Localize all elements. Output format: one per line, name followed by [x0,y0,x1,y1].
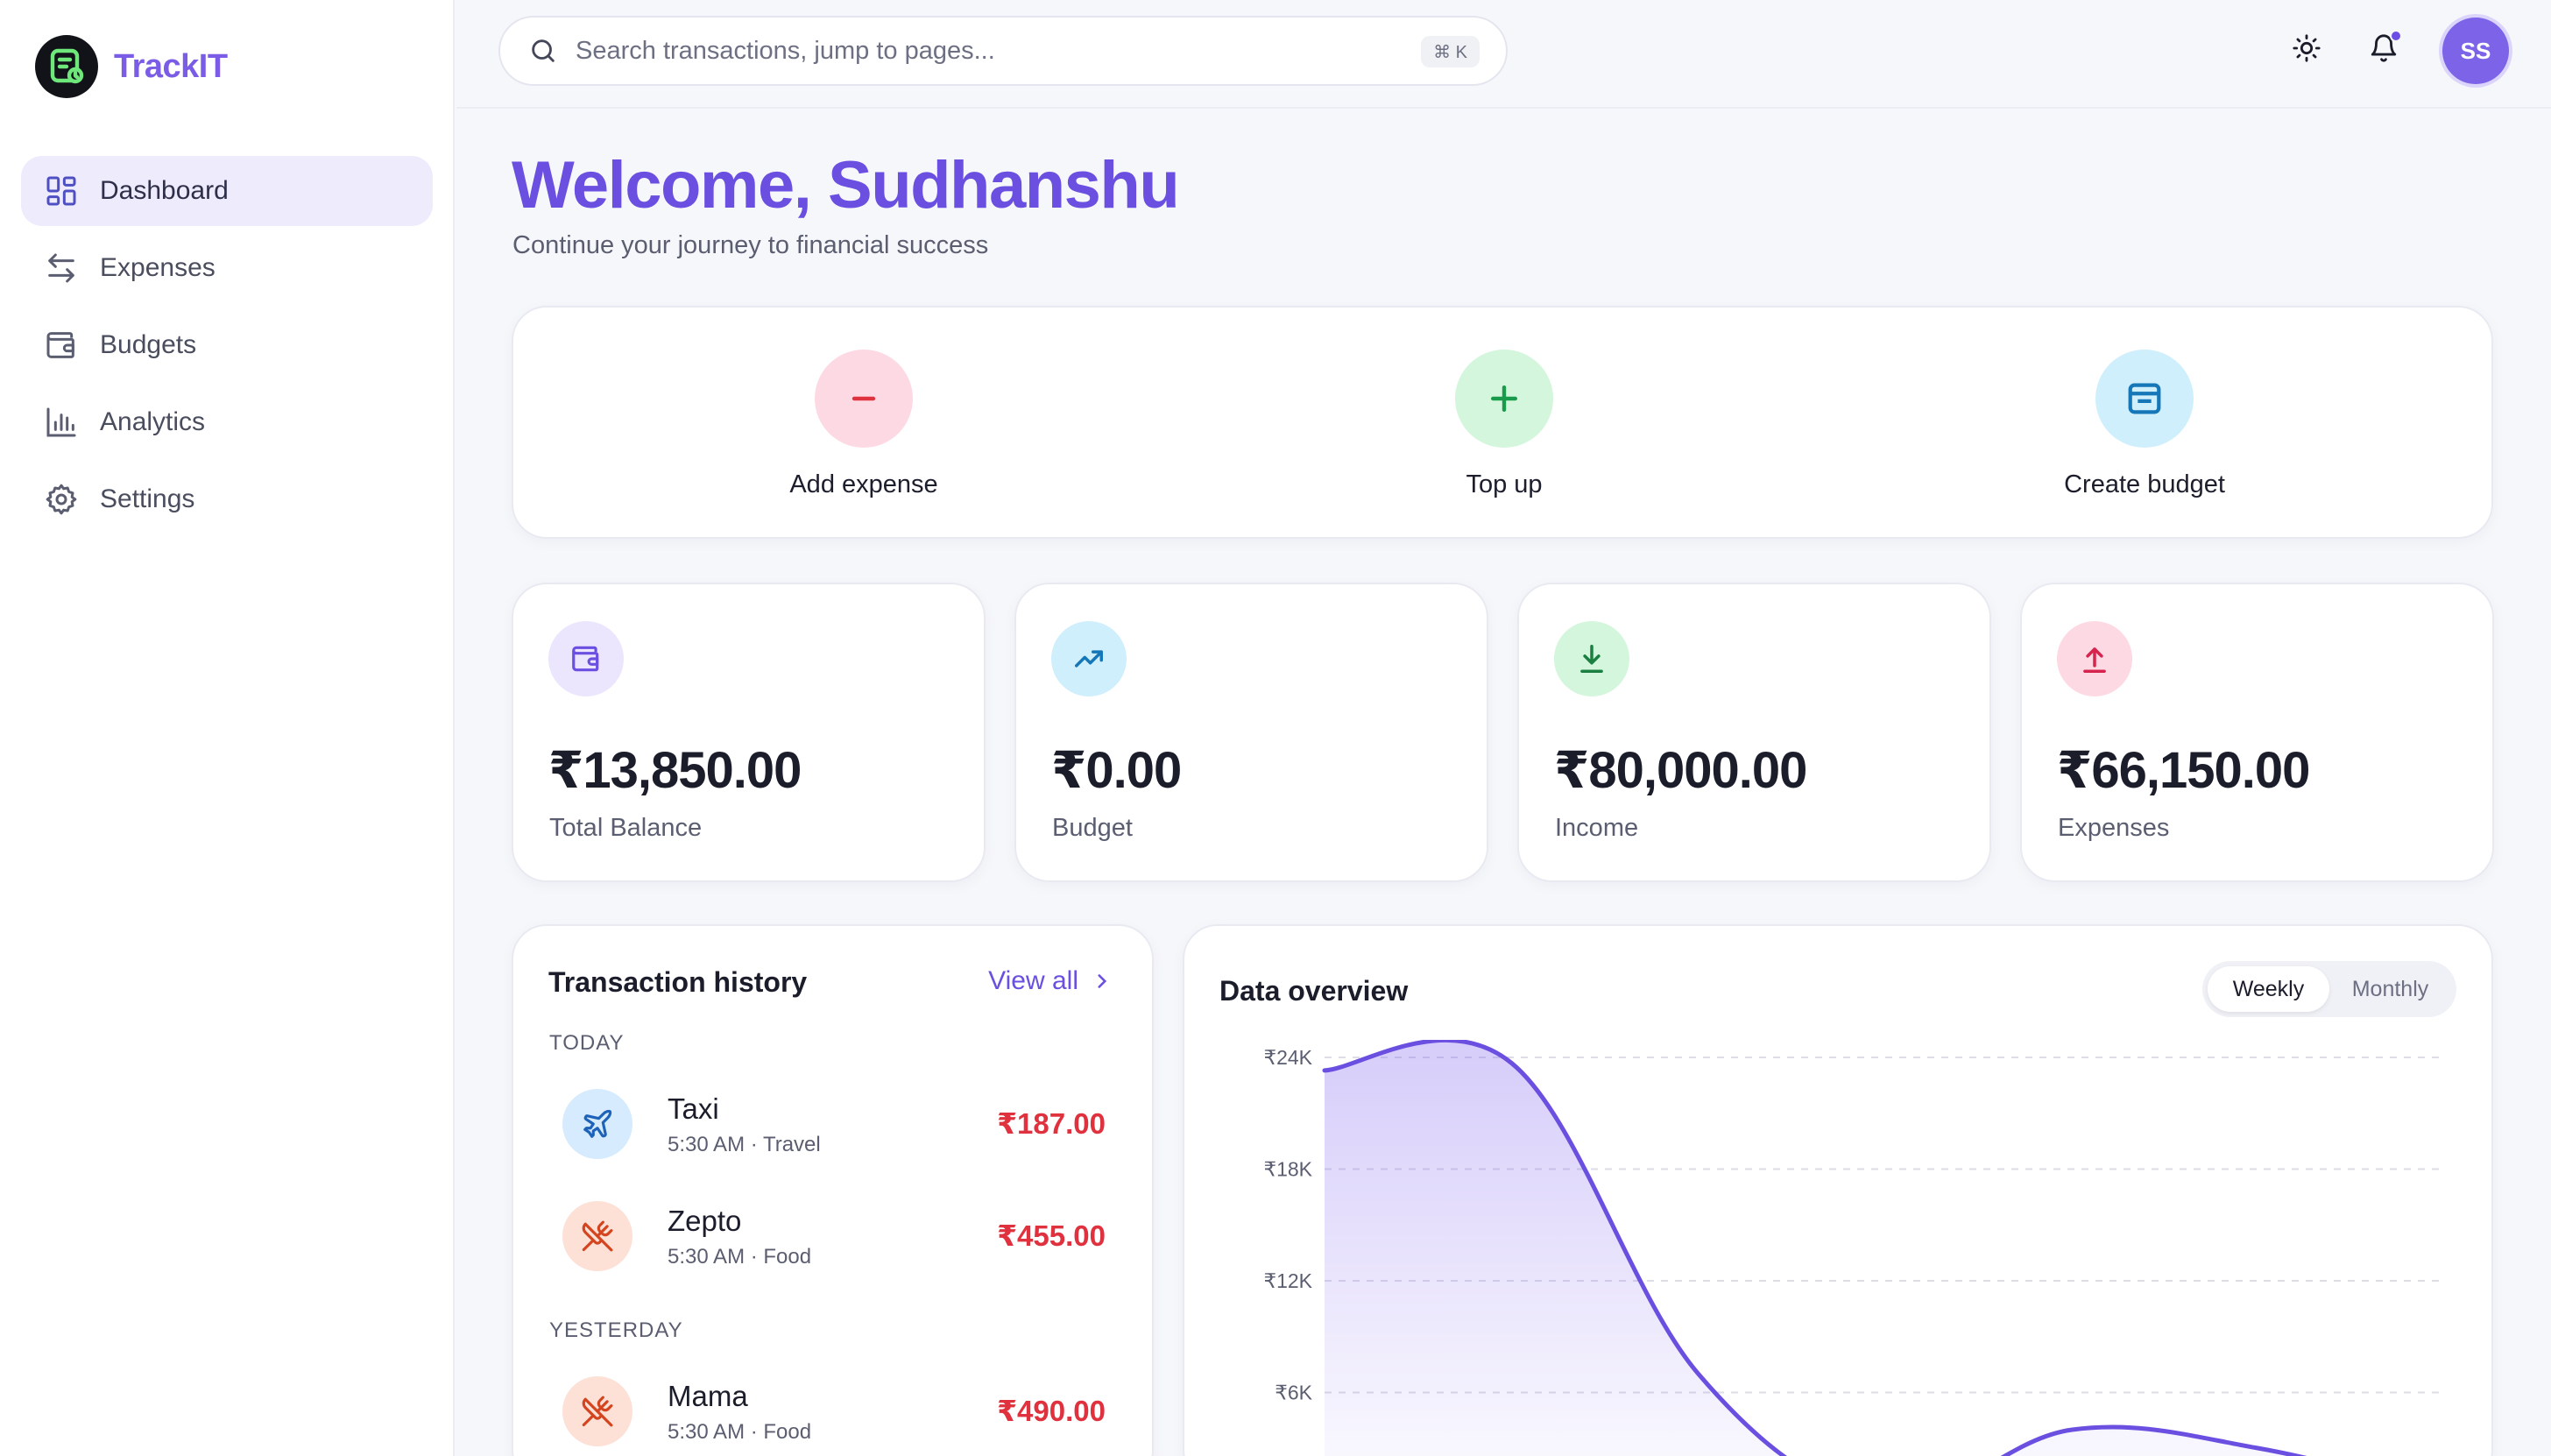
group-label: YESTERDAY [549,1318,683,1342]
keyboard-shortcut-badge: ⌘ K [1421,36,1480,67]
avatar[interactable]: SS [2442,18,2509,84]
transaction-history-card: Transaction history View all TODAY Taxi … [512,924,1154,1456]
y-tick-label: ₹6K [1275,1382,1312,1404]
sidebar-item-dashboard[interactable]: Dashboard [21,156,433,226]
group-label: TODAY [549,1031,625,1055]
quick-actions-card: Add expense Top up Create budget [512,306,2493,539]
stat-value: ₹0.00 [1051,742,1182,799]
notification-dot [2390,30,2402,42]
brand-name: TrackIT [114,47,228,85]
action-label: Add expense [789,470,938,498]
sidebar-item-settings[interactable]: Settings [21,464,433,534]
dashboard-icon [46,176,76,206]
minus-icon [815,350,913,448]
period-toggle: Weekly Monthly [2202,961,2456,1017]
sidebar-item-expenses[interactable]: Expenses [21,233,433,303]
download-icon [1554,621,1629,696]
gear-icon [46,484,77,515]
view-all-label: View all [988,966,1078,995]
brand[interactable]: TrackIT [35,35,228,98]
stat-label: Budget [1052,814,1133,842]
action-label: Create budget [2064,470,2225,498]
list-item[interactable]: Zepto 5:30 AM · Food ₹455.00 [562,1201,1106,1271]
search-input[interactable] [576,36,1417,66]
sidebar-item-label: Expenses [100,253,216,282]
transaction-name: Taxi [668,1092,719,1125]
notifications-button[interactable] [2362,26,2406,70]
transaction-meta: 5:30 AM · Food [668,1420,812,1444]
airplane-icon [562,1089,632,1159]
logo-icon [35,35,98,98]
sidebar-item-label: Analytics [100,407,206,436]
overview-chart: ₹24K₹18K₹12K₹6K₹0 [1263,1040,2446,1456]
card-title: Data overview [1219,975,1409,1007]
transaction-amount: ₹490.00 [997,1395,1106,1427]
add-expense-button[interactable]: Add expense [732,350,995,499]
topbar: ⌘ K SS [456,0,2551,109]
action-label: Top up [1466,470,1543,498]
transaction-name: Zepto [668,1205,742,1237]
arrows-exchange-icon [48,253,74,283]
view-all-link[interactable]: View all [988,966,1113,996]
search-icon [532,39,555,62]
bar-chart-icon [46,407,76,437]
transaction-name: Mama [668,1380,748,1412]
stat-label: Total Balance [549,814,703,842]
sidebar: TrackIT Dashboard Expenses Budgets Analy… [0,0,455,1456]
utensils-crossed-icon [562,1376,632,1446]
sidebar-nav: Dashboard Expenses Budgets Analytics Set… [21,156,433,541]
stat-label: Expenses [2058,814,2170,842]
sidebar-item-label: Dashboard [100,176,229,205]
card-title: Transaction history [548,966,808,998]
list-item[interactable]: Mama 5:30 AM · Food ₹490.00 [562,1376,1106,1446]
sidebar-item-label: Settings [100,484,195,513]
wallet-icon [46,332,74,358]
y-tick-label: ₹18K [1263,1158,1312,1181]
stat-value: ₹66,150.00 [2057,742,2310,799]
search-bar[interactable]: ⌘ K [498,16,1508,86]
stat-card-income: ₹80,000.00 Income [1517,583,1991,882]
create-budget-button[interactable]: Create budget [2013,350,2276,499]
transaction-amount: ₹455.00 [997,1219,1106,1252]
sun-icon [2293,34,2321,62]
envelope-icon [2095,350,2194,448]
wallet-icon [548,621,624,696]
chevron-right-icon [1098,974,1107,988]
theme-toggle-button[interactable] [2285,26,2328,70]
stat-card-total-balance: ₹13,850.00 Total Balance [512,583,986,882]
y-tick-label: ₹24K [1263,1046,1312,1069]
stat-card-expenses: ₹66,150.00 Expenses [2020,583,2494,882]
plus-icon [1455,350,1553,448]
transaction-meta: 5:30 AM · Food [668,1245,812,1269]
data-overview-card: Data overview Weekly Monthly ₹24K ₹18K ₹12… [1183,924,2493,1456]
transaction-meta: 5:30 AM · Travel [668,1133,821,1156]
y-tick-label: ₹12K [1263,1269,1312,1292]
chart-area [1325,1040,2298,1456]
utensils-crossed-icon [562,1201,632,1271]
monthly-toggle-button[interactable]: Monthly [2329,966,2451,1012]
sidebar-item-analytics[interactable]: Analytics [21,387,433,457]
stat-value: ₹13,850.00 [548,742,802,799]
page-title: Welcome, Sudhanshu [512,148,1180,223]
stat-value: ₹80,000.00 [1554,742,1807,799]
trend-up-icon [1051,621,1127,696]
top-up-button[interactable]: Top up [1373,350,1636,499]
upload-icon [2057,621,2132,696]
list-item[interactable]: Taxi 5:30 AM · Travel ₹187.00 [562,1089,1106,1159]
stat-label: Income [1555,814,1639,842]
stat-card-budget: ₹0.00 Budget [1014,583,1488,882]
sidebar-item-label: Budgets [100,330,197,359]
transaction-amount: ₹187.00 [997,1107,1106,1140]
page-subtitle: Continue your journey to financial succe… [512,231,989,259]
sidebar-item-budgets[interactable]: Budgets [21,310,433,380]
weekly-toggle-button[interactable]: Weekly [2208,966,2329,1012]
